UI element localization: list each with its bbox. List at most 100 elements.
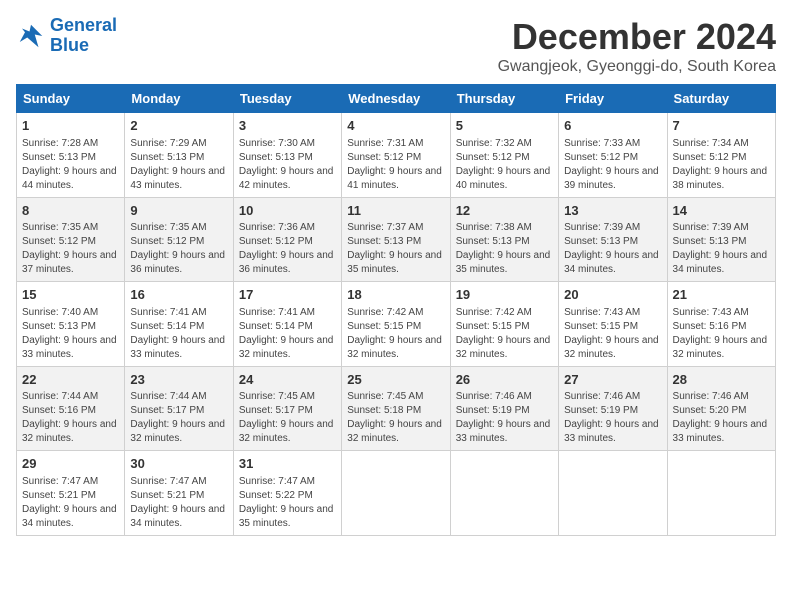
day-cell: 7Sunrise: 7:34 AMSunset: 5:12 PMDaylight…	[667, 113, 775, 198]
day-info: Sunrise: 7:46 AMSunset: 5:20 PMDaylight:…	[673, 390, 770, 446]
day-cell: 5Sunrise: 7:32 AMSunset: 5:12 PMDaylight…	[450, 113, 558, 198]
day-number: 2	[130, 117, 227, 135]
day-number: 31	[239, 455, 336, 473]
day-cell: 20Sunrise: 7:43 AMSunset: 5:15 PMDayligh…	[559, 282, 667, 367]
day-info: Sunrise: 7:46 AMSunset: 5:19 PMDaylight:…	[564, 390, 661, 446]
day-number: 18	[347, 286, 444, 304]
weekday-header-monday: Monday	[125, 85, 233, 113]
day-cell: 21 Sunrise: 7:43 AMSunset: 5:16 PMDayligh…	[667, 282, 775, 367]
day-cell: 6 Sunrise: 7:33 AMSunset: 5:12 PMDaylight…	[559, 113, 667, 198]
day-cell: 26Sunrise: 7:46 AMSunset: 5:19 PMDayligh…	[450, 366, 558, 451]
day-number: 6	[564, 117, 661, 135]
day-number: 22	[22, 371, 119, 389]
weekday-header-saturday: Saturday	[667, 85, 775, 113]
weekday-header-row: SundayMondayTuesdayWednesdayThursdayFrid…	[17, 85, 776, 113]
day-info: Sunrise: 7:39 AMSunset: 5:13 PMDaylight:…	[673, 221, 770, 277]
day-cell: 28Sunrise: 7:46 AMSunset: 5:20 PMDayligh…	[667, 366, 775, 451]
day-cell: 17Sunrise: 7:41 AMSunset: 5:14 PMDayligh…	[233, 282, 341, 367]
week-row-2: 8 Sunrise: 7:35 AMSunset: 5:12 PMDaylight…	[17, 197, 776, 282]
day-info: Sunrise: 7:39 AMSunset: 5:13 PMDaylight:…	[564, 221, 661, 277]
day-info: Sunrise: 7:36 AMSunset: 5:12 PMDaylight:…	[239, 221, 336, 277]
day-info: Sunrise: 7:45 AMSunset: 5:17 PMDaylight:…	[239, 390, 336, 446]
day-number: 23	[130, 371, 227, 389]
day-number: 29	[22, 455, 119, 473]
day-cell: 11Sunrise: 7:37 AMSunset: 5:13 PMDayligh…	[342, 197, 450, 282]
day-info: Sunrise: 7:43 AMSunset: 5:15 PMDaylight:…	[564, 306, 661, 362]
day-info: Sunrise: 7:45 AMSunset: 5:18 PMDaylight:…	[347, 390, 444, 446]
day-info: Sunrise: 7:42 AMSunset: 5:15 PMDaylight:…	[456, 306, 553, 362]
day-cell: 23Sunrise: 7:44 AMSunset: 5:17 PMDayligh…	[125, 366, 233, 451]
day-info: Sunrise: 7:37 AMSunset: 5:13 PMDaylight:…	[347, 221, 444, 277]
day-cell: 27Sunrise: 7:46 AMSunset: 5:19 PMDayligh…	[559, 366, 667, 451]
day-info: Sunrise: 7:35 AMSunset: 5:12 PMDaylight:…	[130, 221, 227, 277]
day-cell: 10Sunrise: 7:36 AMSunset: 5:12 PMDayligh…	[233, 197, 341, 282]
week-row-3: 15 Sunrise: 7:40 AMSunset: 5:13 PMDayligh…	[17, 282, 776, 367]
day-number: 4	[347, 117, 444, 135]
day-cell	[559, 451, 667, 536]
week-row-1: 1Sunrise: 7:28 AMSunset: 5:13 PMDaylight…	[17, 113, 776, 198]
day-number: 14	[673, 202, 770, 220]
calendar-title: December 2024	[498, 16, 776, 58]
title-section: December 2024 Gwangjeok, Gyeonggi-do, So…	[498, 16, 776, 76]
day-cell: 9Sunrise: 7:35 AMSunset: 5:12 PMDaylight…	[125, 197, 233, 282]
day-cell	[342, 451, 450, 536]
day-info: Sunrise: 7:44 AMSunset: 5:16 PMDaylight:…	[22, 390, 119, 446]
day-info: Sunrise: 7:34 AMSunset: 5:12 PMDaylight:…	[673, 137, 770, 193]
day-info: Sunrise: 7:47 AMSunset: 5:21 PMDaylight:…	[22, 475, 119, 531]
day-info: Sunrise: 7:41 AMSunset: 5:14 PMDaylight:…	[239, 306, 336, 362]
day-cell: 29 Sunrise: 7:47 AMSunset: 5:21 PMDayligh…	[17, 451, 125, 536]
calendar-subtitle: Gwangjeok, Gyeonggi-do, South Korea	[498, 58, 776, 76]
day-number: 27	[564, 371, 661, 389]
day-number: 10	[239, 202, 336, 220]
day-cell: 25Sunrise: 7:45 AMSunset: 5:18 PMDayligh…	[342, 366, 450, 451]
day-number: 1	[22, 117, 119, 135]
logo-icon	[16, 21, 46, 51]
day-number: 9	[130, 202, 227, 220]
week-row-5: 29 Sunrise: 7:47 AMSunset: 5:21 PMDayligh…	[17, 451, 776, 536]
day-cell: 22Sunrise: 7:44 AMSunset: 5:16 PMDayligh…	[17, 366, 125, 451]
weekday-header-tuesday: Tuesday	[233, 85, 341, 113]
day-info: Sunrise: 7:29 AMSunset: 5:13 PMDaylight:…	[130, 137, 227, 193]
day-info: Sunrise: 7:33 AMSunset: 5:12 PMDaylight:…	[564, 137, 661, 193]
day-number: 12	[456, 202, 553, 220]
day-cell: 30Sunrise: 7:47 AMSunset: 5:21 PMDayligh…	[125, 451, 233, 536]
day-number: 26	[456, 371, 553, 389]
day-cell	[667, 451, 775, 536]
day-number: 8	[22, 202, 119, 220]
day-number: 15	[22, 286, 119, 304]
day-number: 16	[130, 286, 227, 304]
day-cell: 4 Sunrise: 7:31 AMSunset: 5:12 PMDaylight…	[342, 113, 450, 198]
day-cell: 8Sunrise: 7:35 AMSunset: 5:12 PMDaylight…	[17, 197, 125, 282]
day-number: 13	[564, 202, 661, 220]
day-info: Sunrise: 7:46 AMSunset: 5:19 PMDaylight:…	[456, 390, 553, 446]
day-cell: 15 Sunrise: 7:40 AMSunset: 5:13 PMDayligh…	[17, 282, 125, 367]
day-number: 5	[456, 117, 553, 135]
day-cell	[450, 451, 558, 536]
weekday-header-friday: Friday	[559, 85, 667, 113]
day-info: Sunrise: 7:42 AMSunset: 5:15 PMDaylight:…	[347, 306, 444, 362]
day-cell: 18 Sunrise: 7:42 AMSunset: 5:15 PMDayligh…	[342, 282, 450, 367]
day-cell: 19Sunrise: 7:42 AMSunset: 5:15 PMDayligh…	[450, 282, 558, 367]
day-cell: 2 Sunrise: 7:29 AMSunset: 5:13 PMDaylight…	[125, 113, 233, 198]
day-info: Sunrise: 7:30 AMSunset: 5:13 PMDaylight:…	[239, 137, 336, 193]
day-number: 28	[673, 371, 770, 389]
day-cell: 16 Sunrise: 7:41 AMSunset: 5:14 PMDayligh…	[125, 282, 233, 367]
day-info: Sunrise: 7:44 AMSunset: 5:17 PMDaylight:…	[130, 390, 227, 446]
day-info: Sunrise: 7:43 AMSunset: 5:16 PMDaylight:…	[673, 306, 770, 362]
day-info: Sunrise: 7:38 AMSunset: 5:13 PMDaylight:…	[456, 221, 553, 277]
logo: General Blue	[16, 16, 117, 56]
header: General Blue December 2024 Gwangjeok, Gy…	[16, 16, 776, 76]
calendar-table: SundayMondayTuesdayWednesdayThursdayFrid…	[16, 84, 776, 536]
day-info: Sunrise: 7:40 AMSunset: 5:13 PMDaylight:…	[22, 306, 119, 362]
day-number: 30	[130, 455, 227, 473]
week-row-4: 22Sunrise: 7:44 AMSunset: 5:16 PMDayligh…	[17, 366, 776, 451]
day-number: 11	[347, 202, 444, 220]
day-cell: 1Sunrise: 7:28 AMSunset: 5:13 PMDaylight…	[17, 113, 125, 198]
weekday-header-wednesday: Wednesday	[342, 85, 450, 113]
day-info: Sunrise: 7:31 AMSunset: 5:12 PMDaylight:…	[347, 137, 444, 193]
day-number: 25	[347, 371, 444, 389]
day-cell: 3 Sunrise: 7:30 AMSunset: 5:13 PMDaylight…	[233, 113, 341, 198]
day-info: Sunrise: 7:41 AMSunset: 5:14 PMDaylight:…	[130, 306, 227, 362]
day-number: 3	[239, 117, 336, 135]
day-number: 21	[673, 286, 770, 304]
